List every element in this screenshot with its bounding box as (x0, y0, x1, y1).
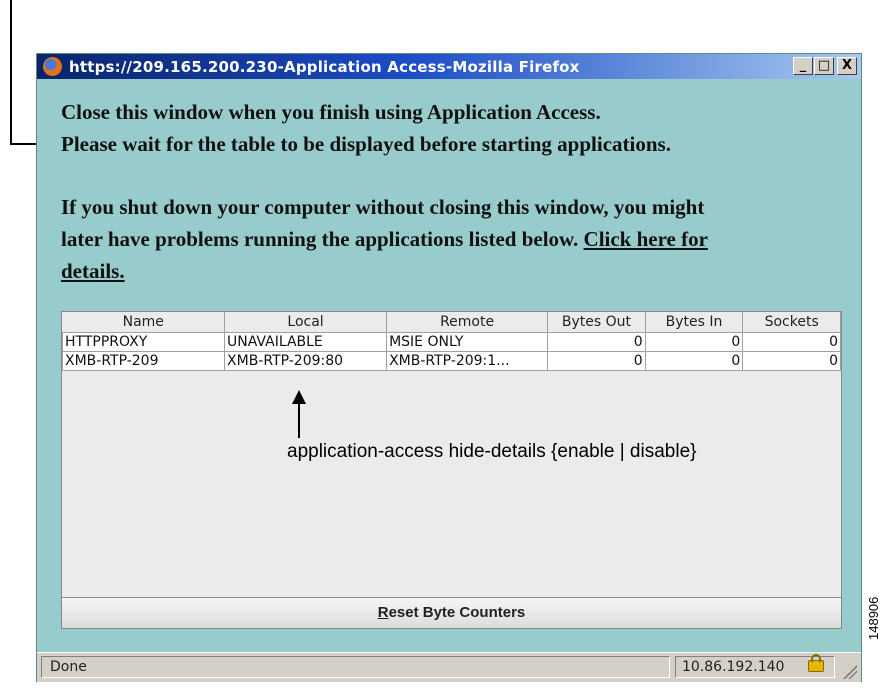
column-header-sockets[interactable]: Sockets (742, 312, 841, 333)
column-header-local[interactable]: Local (224, 312, 388, 333)
annotation-arrow-line (298, 402, 300, 438)
browser-window: https://209.165.200.230-Application Acce… (36, 53, 862, 682)
window-title: https://209.165.200.230-Application Acce… (69, 58, 580, 76)
reset-byte-counters-button[interactable]: Reset Byte Counters (61, 597, 842, 629)
message-line-4: later have problems running the applicat… (61, 225, 708, 253)
table-row[interactable]: HTTPPROXY UNAVAILABLE MSIE ONLY 0 0 0 (61, 332, 841, 352)
maximize-button[interactable]: □ (814, 57, 834, 75)
cell-bytes-out: 0 (547, 332, 646, 352)
firefox-icon (43, 57, 62, 76)
cell-remote: MSIE ONLY (386, 332, 549, 352)
details-link-part-2[interactable]: details. (61, 259, 125, 283)
reset-button-accel: R (377, 604, 389, 621)
window-controls: _ □ X (792, 57, 857, 75)
resize-grip-icon[interactable] (843, 665, 857, 679)
lock-icon[interactable] (808, 654, 824, 672)
message-line-3: If you shut down your computer without c… (61, 195, 705, 219)
cell-name: XMB-RTP-209 (61, 351, 226, 371)
application-table: Name Local Remote Bytes Out Bytes In Soc… (61, 312, 841, 371)
message-line-5: details. (61, 257, 125, 285)
cell-bytes-in: 0 (644, 351, 744, 371)
cell-local: UNAVAILABLE (224, 332, 388, 352)
minimize-button[interactable]: _ (793, 57, 813, 75)
status-ip-panel: 10.86.192.140 (675, 654, 835, 678)
column-header-name[interactable]: Name (62, 312, 226, 333)
message-line-2: Please wait for the table to be displaye… (61, 132, 671, 156)
status-text: Done (41, 656, 670, 678)
callout-line-vertical (10, 0, 12, 145)
cell-name: HTTPPROXY (61, 332, 226, 352)
cell-bytes-in: 0 (644, 332, 744, 352)
reset-button-label: eset Byte Counters (388, 604, 526, 621)
figure-id: 148906 (866, 596, 881, 640)
table-header-row: Name Local Remote Bytes Out Bytes In Soc… (62, 312, 841, 333)
annotation-text: application-access hide-details {enable … (287, 441, 697, 462)
status-bar: Done 10.86.192.140 (37, 652, 861, 682)
column-header-bytes-out[interactable]: Bytes Out (547, 312, 646, 333)
cell-local: XMB-RTP-209:80 (224, 351, 388, 371)
status-ip: 10.86.192.140 (682, 659, 785, 675)
column-header-remote[interactable]: Remote (386, 312, 549, 333)
cell-remote: XMB-RTP-209:1... (386, 351, 549, 371)
message-line-4-text: later have problems running the applicat… (61, 227, 579, 251)
title-bar[interactable]: https://209.165.200.230-Application Acce… (37, 54, 861, 79)
details-link-part-1[interactable]: Click here for (584, 227, 708, 251)
message-line-1: Close this window when you finish using … (61, 100, 601, 124)
cell-sockets: 0 (742, 351, 841, 371)
cell-sockets: 0 (742, 332, 841, 352)
cell-bytes-out: 0 (547, 351, 646, 371)
table-row[interactable]: XMB-RTP-209 XMB-RTP-209:80 XMB-RTP-209:1… (61, 351, 841, 371)
close-button[interactable]: X (837, 57, 857, 75)
application-table-panel: Name Local Remote Bytes Out Bytes In Soc… (61, 311, 842, 629)
column-header-bytes-in[interactable]: Bytes In (645, 312, 744, 333)
